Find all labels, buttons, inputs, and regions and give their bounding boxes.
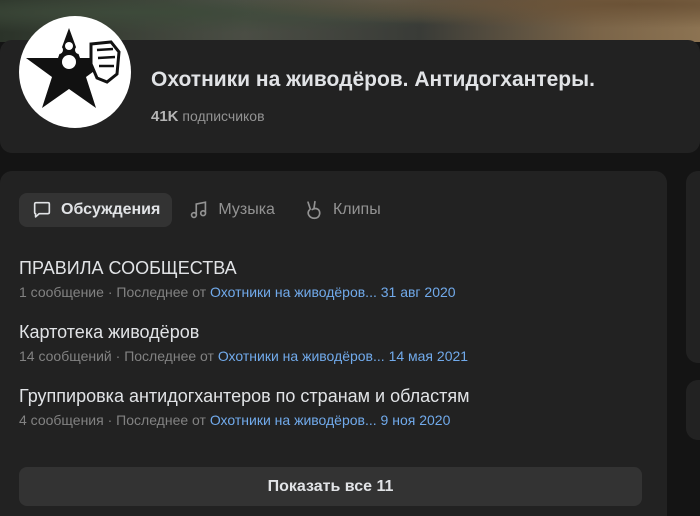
topic-item[interactable]: Группировка антидогхантеров по странам и… — [19, 385, 639, 428]
topic-last-prefix: Последнее от — [116, 284, 207, 300]
topic-author-link[interactable]: Охотники на живодёров... — [210, 284, 377, 300]
discussion-icon — [33, 201, 51, 218]
topic-meta: 1 сообщение · Последнее от Охотники на ж… — [19, 284, 639, 300]
subscribers-count: 41K — [151, 108, 179, 125]
topic-author-link[interactable]: Охотники на живодёров... — [218, 348, 385, 364]
tab-label: Клипы — [332, 201, 381, 218]
topic-item[interactable]: Картотека живодёров 14 сообщений · После… — [19, 321, 639, 364]
music-icon — [191, 201, 207, 219]
topic-count: 4 сообщения — [19, 412, 104, 428]
side-card — [686, 171, 700, 363]
topic-title[interactable]: ПРАВИЛА СООБЩЕСТВА — [19, 257, 639, 279]
tab-music[interactable]: Музыка — [176, 193, 287, 227]
topic-count: 14 сообщений — [19, 348, 112, 364]
topic-author-link[interactable]: Охотники на живодёров... — [210, 412, 377, 428]
topic-meta: 14 сообщений · Последнее от Охотники на … — [19, 348, 639, 364]
avatar-emblem-icon — [26, 28, 121, 108]
tab-label: Музыка — [218, 201, 275, 218]
group-title: Охотники на живодёров. Антидогхантеры. — [151, 68, 595, 91]
topic-date: 31 авг 2020 — [380, 284, 456, 300]
topic-title[interactable]: Картотека живодёров — [19, 321, 639, 343]
topic-date: 14 мая 2021 — [388, 348, 469, 364]
meta-separator: · — [115, 348, 121, 364]
discussions-card: Обсуждения Музыка Клипы ПРАВИЛА СООБЩЕСТ… — [0, 171, 667, 516]
subscribers-label: подписчиков — [182, 108, 265, 124]
tab-clips[interactable]: Клипы — [291, 193, 393, 227]
topic-meta: 4 сообщения · Последнее от Охотники на ж… — [19, 412, 639, 428]
topic-list: ПРАВИЛА СООБЩЕСТВА 1 сообщение · Последн… — [19, 257, 639, 449]
meta-separator: · — [107, 284, 113, 300]
topic-last-prefix: Последнее от — [124, 348, 214, 364]
topic-count: 1 сообщение — [19, 284, 104, 300]
topic-date: 9 ноя 2020 — [380, 412, 451, 428]
topic-item[interactable]: ПРАВИЛА СООБЩЕСТВА 1 сообщение · Последн… — [19, 257, 639, 300]
subscribers-info[interactable]: 41K подписчиков — [151, 108, 265, 125]
side-card — [686, 380, 700, 440]
meta-separator: · — [107, 412, 113, 428]
tab-label: Обсуждения — [61, 201, 161, 218]
topic-title[interactable]: Группировка антидогхантеров по странам и… — [19, 385, 639, 407]
show-all-button[interactable]: Показать все 11 — [19, 467, 642, 506]
clips-icon — [307, 200, 321, 220]
topic-last-prefix: Последнее от — [116, 412, 206, 428]
tab-discussions[interactable]: Обсуждения — [19, 193, 173, 227]
group-avatar[interactable] — [19, 16, 131, 128]
tabs-bar: Обсуждения Музыка Клипы — [19, 193, 393, 227]
